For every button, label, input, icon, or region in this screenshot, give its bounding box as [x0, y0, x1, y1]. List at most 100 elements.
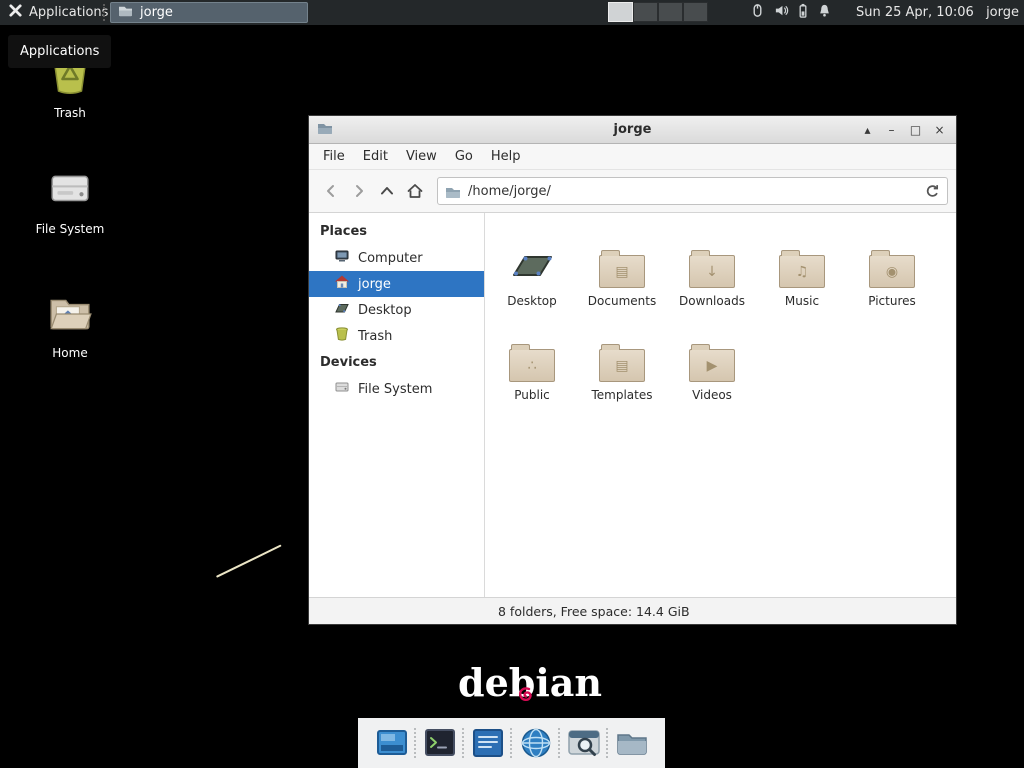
sidebar-header-places: Places	[309, 218, 484, 245]
folder-item-templates[interactable]: ▤ Templates	[577, 320, 667, 402]
desktop-icon-label: Home	[52, 346, 87, 360]
dock-separator	[462, 728, 466, 758]
taskbar-window-label: jorge	[140, 5, 173, 20]
menu-go[interactable]: Go	[446, 146, 482, 167]
folder-item-pictures[interactable]: ◉ Pictures	[847, 226, 937, 308]
window-content: Places Computer jorge Desktop	[309, 213, 956, 597]
download-arrow-icon: ↓	[690, 256, 734, 287]
folder-icon: ◉	[869, 255, 915, 288]
top-panel: Applications jorge Sun 25 Apr, 10:06 jor…	[0, 0, 1024, 25]
workspace-pager	[608, 2, 708, 22]
desktop-icon-home[interactable]: Home	[24, 290, 116, 360]
up-button[interactable]	[373, 177, 401, 205]
show-desktop-icon[interactable]	[375, 726, 409, 760]
menu-file[interactable]: File	[314, 146, 354, 167]
path-folder-icon	[445, 184, 461, 203]
web-browser-icon[interactable]	[519, 726, 553, 760]
folder-label: Videos	[692, 388, 732, 402]
panel-separator	[103, 4, 105, 21]
sidebar-item-label: Trash	[358, 329, 392, 344]
folder-item-downloads[interactable]: ↓ Downloads	[667, 226, 757, 308]
system-tray	[750, 0, 832, 25]
file-manager-window: jorge ▴ – □ × File Edit View Go Help	[308, 115, 957, 625]
drive-icon	[47, 166, 93, 215]
folder-label: Templates	[591, 388, 652, 402]
applications-menu-icon	[8, 3, 23, 22]
workspace-2[interactable]	[633, 2, 658, 22]
menu-view[interactable]: View	[397, 146, 446, 167]
window-controls: ▴ – □ ×	[859, 121, 948, 138]
bell-icon[interactable]	[817, 3, 832, 22]
applications-menu-button[interactable]: Applications	[0, 0, 116, 25]
taskbar-window-button[interactable]: jorge	[110, 2, 308, 23]
home-icon	[334, 274, 350, 294]
folder-icon: ↓	[689, 255, 735, 288]
sidebar-header-devices: Devices	[309, 349, 484, 376]
folder-item-videos[interactable]: ▶ Videos	[667, 320, 757, 402]
sidebar-item-desktop[interactable]: Desktop	[309, 297, 484, 323]
dock-separator	[414, 728, 418, 758]
folder-item-desktop[interactable]: Desktop	[487, 226, 577, 308]
app-finder-icon[interactable]	[567, 726, 601, 760]
template-emblem-icon: ▤	[600, 350, 644, 381]
folder-item-documents[interactable]: ▤ Documents	[577, 226, 667, 308]
mouse-icon[interactable]	[750, 3, 765, 22]
sidebar-item-trash[interactable]: Trash	[309, 323, 484, 349]
folder-item-public[interactable]: ∴ Public	[487, 320, 577, 402]
desktop-icon-label: File System	[36, 222, 105, 236]
dock-separator	[558, 728, 562, 758]
panel-clock[interactable]: Sun 25 Apr, 10:06	[856, 0, 974, 25]
sidebar-item-label: File System	[358, 382, 432, 397]
home-button[interactable]	[401, 177, 429, 205]
camera-icon: ◉	[870, 256, 914, 287]
folder-label: Downloads	[679, 294, 745, 308]
statusbar: 8 folders, Free space: 14.4 GiB	[309, 597, 956, 624]
folder-icon: ▶	[689, 349, 735, 382]
debian-swirl-icon	[516, 669, 536, 714]
desktop-mini-icon	[334, 300, 350, 320]
sidebar: Places Computer jorge Desktop	[309, 213, 485, 597]
folder-item-music[interactable]: ♫ Music	[757, 226, 847, 308]
forward-button[interactable]	[345, 177, 373, 205]
drive-mini-icon	[334, 379, 350, 399]
text-editor-icon[interactable]	[471, 726, 505, 760]
back-button[interactable]	[317, 177, 345, 205]
sidebar-item-label: Desktop	[358, 303, 412, 318]
music-note-icon: ♫	[780, 256, 824, 287]
terminal-icon[interactable]	[423, 726, 457, 760]
reload-icon[interactable]	[924, 183, 941, 204]
home-folder-icon	[47, 290, 93, 339]
workspace-1[interactable]	[608, 2, 633, 22]
stray-mark	[216, 544, 282, 577]
shade-button[interactable]: ▴	[859, 121, 876, 138]
sidebar-item-file-system[interactable]: File System	[309, 376, 484, 402]
workspace-3[interactable]	[658, 2, 683, 22]
folder-label: Desktop	[507, 294, 557, 308]
sidebar-item-jorge[interactable]: jorge	[309, 271, 484, 297]
folder-icon: ▤	[599, 349, 645, 382]
menu-help[interactable]: Help	[482, 146, 530, 167]
battery-icon[interactable]	[798, 3, 808, 22]
maximize-button[interactable]: □	[907, 121, 924, 138]
file-manager-icon[interactable]	[615, 726, 649, 760]
applications-tooltip: Applications	[8, 35, 111, 68]
sidebar-item-computer[interactable]: Computer	[309, 245, 484, 271]
debian-logo: debian	[458, 660, 602, 705]
path-input[interactable]	[468, 184, 917, 199]
volume-icon[interactable]	[774, 3, 789, 22]
dock-separator	[606, 728, 610, 758]
folder-icon: ∴	[509, 349, 555, 382]
desktop-pad-icon	[508, 244, 556, 288]
minimize-button[interactable]: –	[883, 121, 900, 138]
menu-edit[interactable]: Edit	[354, 146, 397, 167]
folder-view: Desktop ▤ Documents ↓ Downloads ♫ Music …	[485, 213, 956, 597]
titlebar[interactable]: jorge ▴ – □ ×	[309, 116, 956, 144]
sidebar-item-label: Computer	[358, 251, 423, 266]
bottom-dock	[358, 718, 665, 768]
close-button[interactable]: ×	[931, 121, 948, 138]
dock-separator	[510, 728, 514, 758]
share-icon: ∴	[510, 350, 554, 381]
desktop-icon-file-system[interactable]: File System	[24, 166, 116, 236]
workspace-4[interactable]	[683, 2, 708, 22]
folder-label: Music	[785, 294, 819, 308]
